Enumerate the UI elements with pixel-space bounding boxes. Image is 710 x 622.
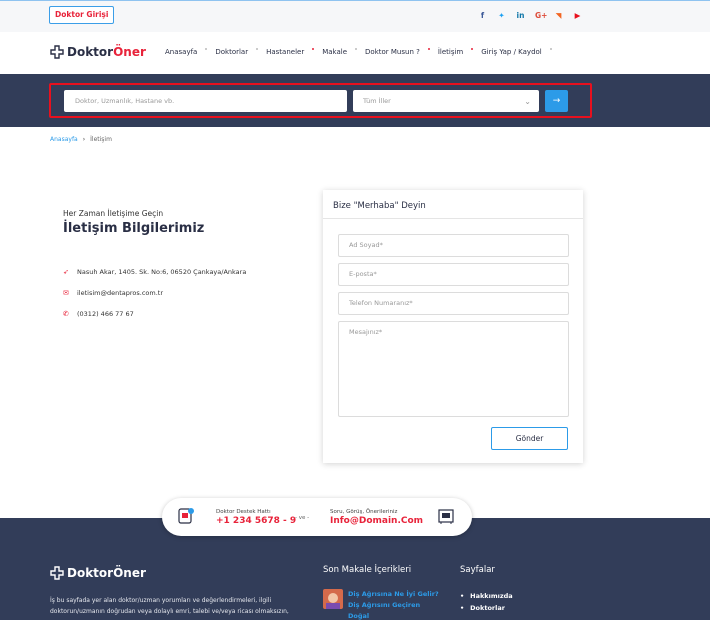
nav-item-giris-kaydol[interactable]: Giriş Yap / Kaydol (481, 48, 542, 56)
search-submit-button[interactable]: → (545, 90, 568, 112)
city-select-value: Tüm İller (363, 97, 391, 105)
contact-form: Bize "Merhaba" Deyin Ad Soyad* E-posta* … (323, 190, 583, 463)
phone-field[interactable]: Telefon Numaranız* (338, 292, 569, 315)
message-field[interactable]: Mesajınız* (338, 321, 569, 417)
email-text[interactable]: iletisim@dentapros.com.tr (77, 289, 163, 297)
contact-info: Her Zaman İletişime Geçin İletişim Bilgi… (63, 209, 246, 318)
search-form: Doktor, Uzmanlık, Hastane vb. Tüm İller … (49, 83, 592, 118)
footer-link-hakkimizda[interactable]: Hakkımızda (460, 590, 513, 602)
phone-line: ✆ (0312) 466 77 67 (63, 310, 246, 318)
address-line: ➶ Nasuh Akar, 1405. Sk. No:6, 06520 Çank… (63, 268, 246, 276)
nav-item-iletisim[interactable]: İletişim (438, 48, 463, 56)
footer-logo[interactable]: Doktor Öner (50, 566, 146, 580)
location-arrow-icon: ➶ (63, 268, 69, 276)
breadcrumb-separator-icon: › (82, 136, 86, 143)
youtube-icon[interactable]: ▶ (573, 11, 582, 20)
nav-menu: Anasayfa Doktorlar Hastaneler Makale Dok… (165, 48, 560, 56)
rss-icon[interactable]: ◥ (554, 11, 563, 20)
linkedin-icon[interactable]: in (516, 11, 525, 20)
footer-article-item[interactable]: Diş Ağrısına Ne İyi Gelir? Diş Ağrısını … (323, 589, 443, 622)
nav-item-makale[interactable]: Makale (322, 48, 347, 56)
logo-text-doktor: Doktor (67, 45, 114, 59)
send-button[interactable]: Gönder (491, 427, 568, 450)
search-input[interactable]: Doktor, Uzmanlık, Hastane vb. (64, 90, 347, 112)
google-plus-icon[interactable]: G+ (535, 11, 547, 20)
article-thumbnail (323, 589, 343, 609)
site-logo[interactable]: Doktor Öner (50, 45, 146, 59)
support-line-label: Doktor Destek Hattı (216, 509, 271, 515)
breadcrumb: Anasayfa › İletişim (50, 136, 112, 143)
main-nav: Doktor Öner Anasayfa Doktorlar Hastanele… (0, 32, 710, 74)
twitter-icon[interactable]: ✦ (497, 11, 506, 20)
email-field[interactable]: E-posta* (338, 263, 569, 286)
name-field[interactable]: Ad Soyad* (338, 234, 569, 257)
envelope-icon: ✉ (63, 289, 69, 297)
footer-pages-list: Hakkımızda Doktorlar (460, 590, 513, 614)
support-feedback-email[interactable]: Info@Domain.Com (330, 516, 423, 526)
support-feedback-label: Soru, Görüş, Önerileriniz (330, 509, 398, 515)
footer-pages-heading: Sayfalar (460, 565, 495, 575)
support-pill: Doktor Destek Hattı +1 234 5678 - 9 - ve… (162, 498, 472, 536)
support-phone-icon (178, 508, 194, 524)
medical-cross-icon (50, 45, 64, 59)
contact-title: İletişim Bilgilerimiz (63, 221, 205, 236)
search-band: Doktor, Uzmanlık, Hastane vb. Tüm İller … (0, 74, 710, 127)
support-feedback: Soru, Görüş, Önerileriniz Info@Domain.Co… (330, 509, 423, 526)
chevron-down-icon: ⌄ (524, 97, 531, 106)
support-line-number[interactable]: +1 234 5678 - 9 (216, 516, 296, 526)
arrow-right-icon: → (552, 96, 561, 106)
social-links: f ✦ in G+ ◥ ▶ (478, 11, 582, 20)
address-text: Nasuh Akar, 1405. Sk. No:6, 06520 Çankay… (77, 268, 247, 276)
top-bar: Doktor Girişi f ✦ in G+ ◥ ▶ (0, 0, 710, 32)
facebook-icon[interactable]: f (478, 11, 487, 20)
nav-item-anasayfa[interactable]: Anasayfa (165, 48, 197, 56)
phone-text[interactable]: (0312) 466 77 67 (77, 310, 134, 318)
nav-item-doktor-musun[interactable]: Doktor Musun ? (365, 48, 420, 56)
logo-text-oner: Öner (113, 45, 146, 59)
email-line: ✉ iletisim@dentapros.com.tr (63, 289, 246, 297)
breadcrumb-current: İletişim (90, 136, 112, 143)
form-heading: Bize "Merhaba" Deyin (323, 190, 583, 219)
city-select[interactable]: Tüm İller ⌄ (353, 90, 539, 112)
doctor-login-button[interactable]: Doktor Girişi (49, 6, 115, 24)
footer-logo-doktor: Doktor (67, 566, 114, 580)
nav-item-doktorlar[interactable]: Doktorlar (215, 48, 248, 56)
footer-articles-heading: Son Makale İçerikleri (323, 565, 412, 575)
article-title[interactable]: Diş Ağrısına Ne İyi Gelir? Diş Ağrısını … (348, 589, 443, 622)
footer-link-doktorlar[interactable]: Doktorlar (460, 602, 513, 614)
message-board-icon (438, 509, 454, 524)
footer-description: İş bu sayfada yer alan doktor/uzman yoru… (50, 597, 289, 615)
footer-logo-oner: Öner (113, 566, 146, 580)
nav-item-hastaneler[interactable]: Hastaneler (266, 48, 304, 56)
support-and: - ve - (295, 515, 310, 521)
phone-icon: ✆ (63, 310, 69, 318)
contact-subtitle: Her Zaman İletişime Geçin (63, 209, 164, 218)
breadcrumb-home[interactable]: Anasayfa (50, 136, 78, 143)
support-line: Doktor Destek Hattı +1 234 5678 - 9 (216, 509, 296, 526)
medical-cross-icon (50, 566, 64, 580)
